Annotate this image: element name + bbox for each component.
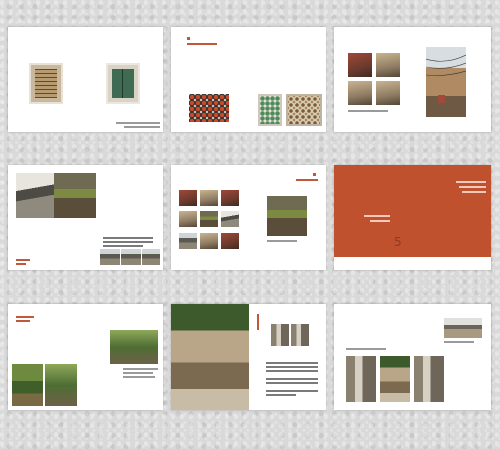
lane-photo	[291, 324, 309, 346]
eave-photo	[444, 318, 482, 338]
body-text-line	[266, 394, 296, 396]
caption-line	[123, 376, 155, 378]
green-lattice-window-photo	[258, 94, 282, 126]
body-text-line	[266, 390, 318, 392]
spread-windows-intro	[8, 27, 163, 132]
chapter-number: 5	[394, 235, 402, 249]
green-window-photo	[267, 196, 307, 236]
wires-and-house-photo	[426, 47, 466, 117]
lattice-window-photo	[189, 94, 229, 122]
lane-photo	[271, 324, 289, 346]
vent-window-photo	[376, 81, 400, 105]
grid-photo	[221, 233, 239, 249]
section-heading	[187, 43, 217, 45]
title-line	[370, 220, 390, 222]
spread-chapter-opener: 5	[334, 165, 491, 270]
spread-walls-and-wires	[334, 27, 491, 132]
body-text-line	[266, 378, 318, 380]
grid-photo	[179, 190, 197, 206]
street-photo	[414, 356, 444, 402]
caption-line	[444, 341, 474, 343]
square-mark-icon	[313, 173, 316, 176]
power-lines	[426, 54, 466, 103]
spread-streets	[334, 304, 491, 410]
grid-photo	[221, 190, 239, 206]
body-text-line	[266, 366, 318, 368]
body-text-line	[103, 237, 153, 239]
caption-line	[123, 368, 158, 370]
small-window-photo	[376, 53, 400, 77]
window-photo-lattice	[29, 63, 63, 104]
body-text-line	[103, 245, 143, 247]
caption-line	[116, 122, 160, 124]
side-line	[456, 181, 486, 183]
side-heading	[257, 314, 259, 330]
side-label	[16, 263, 26, 265]
section-heading-red	[16, 316, 34, 318]
side-line	[459, 186, 486, 188]
section-subheading	[16, 320, 30, 322]
village-photo	[100, 249, 120, 265]
title-line	[364, 215, 390, 217]
body-text-line	[266, 370, 318, 372]
body-text-line	[266, 362, 318, 364]
side-line	[462, 191, 486, 193]
spread-window-grid	[171, 165, 326, 270]
grid-photo	[200, 190, 218, 206]
spread-window-patterns	[171, 27, 326, 132]
courtyard-photo	[110, 330, 158, 364]
square-mark-icon	[187, 37, 190, 40]
street-photo	[346, 356, 376, 402]
grid-photo	[179, 233, 197, 249]
stone-wall-photo	[348, 81, 372, 105]
spread-alley	[171, 304, 326, 410]
roof-eave-photo	[16, 173, 54, 218]
street-photo	[380, 356, 410, 402]
red-window-photo	[348, 53, 372, 77]
caption-line	[346, 348, 386, 350]
caption-line	[123, 372, 153, 374]
section-heading	[296, 179, 318, 181]
body-text-line	[103, 241, 153, 243]
grid-photo	[200, 211, 218, 227]
caption-line	[267, 240, 297, 242]
caption-line	[348, 110, 388, 112]
chapter-color-panel	[334, 165, 491, 257]
grid-photo	[221, 211, 239, 227]
side-label	[16, 259, 30, 261]
tree-trunk-photo	[45, 364, 77, 406]
alley-photo	[171, 304, 249, 410]
tile-roof-photo	[54, 173, 96, 218]
grid-photo	[179, 211, 197, 227]
flower-lattice-window-photo	[286, 94, 322, 126]
tree-photo	[12, 364, 43, 406]
caption-line	[124, 126, 160, 128]
body-text-line	[266, 382, 318, 384]
spread-trees	[8, 304, 163, 410]
grid-photo	[200, 233, 218, 249]
window-photo-green-door	[106, 63, 140, 104]
village-photo	[142, 249, 160, 265]
village-photo	[121, 249, 141, 265]
spread-rooftops	[8, 165, 163, 270]
